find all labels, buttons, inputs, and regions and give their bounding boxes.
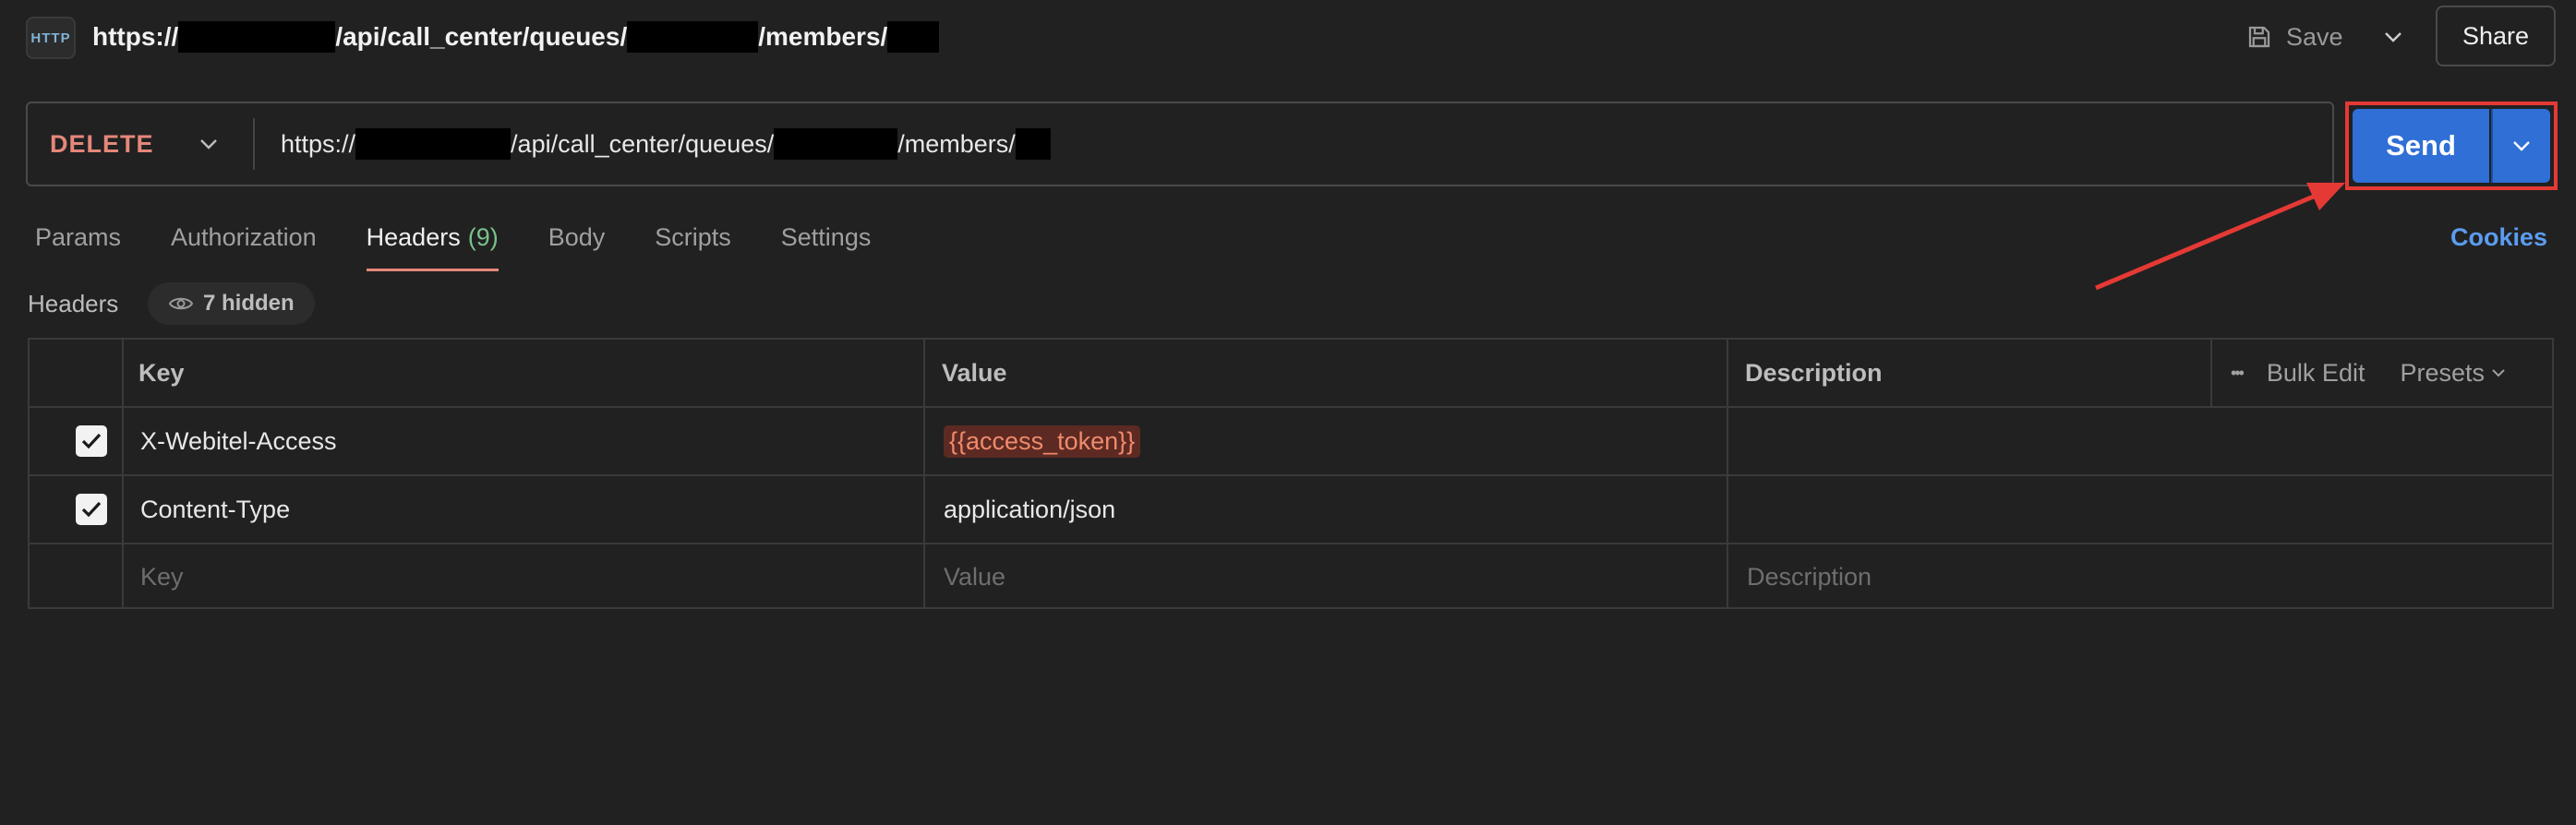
column-header-value: Value xyxy=(942,358,1007,387)
checkbox-checked-icon xyxy=(76,425,107,457)
http-icon-text: HTTP xyxy=(30,30,71,46)
method-select[interactable]: DELETE xyxy=(50,102,154,186)
save-icon xyxy=(2248,26,2270,48)
chevron-down-icon xyxy=(2385,32,2401,42)
url-scheme: https:// xyxy=(281,129,356,158)
save-label: Save xyxy=(2286,22,2343,51)
tab-settings[interactable]: Settings xyxy=(781,214,872,260)
share-button[interactable]: Share xyxy=(2436,6,2556,66)
chevron-down-icon xyxy=(200,139,217,149)
tab-label: Headers xyxy=(366,222,461,251)
redacted-queue-id xyxy=(774,128,898,160)
save-options-button[interactable] xyxy=(2373,15,2413,59)
tab-label: Scripts xyxy=(655,222,731,251)
method-dropdown-button[interactable] xyxy=(190,102,227,186)
redacted-host xyxy=(355,128,512,160)
header-key-cell[interactable]: X-Webitel-Access xyxy=(140,408,337,474)
hidden-headers-toggle[interactable]: 7 hidden xyxy=(148,282,315,325)
more-options-button[interactable]: ••• xyxy=(2231,364,2245,383)
title-url-path-2: /members/ xyxy=(758,22,888,51)
send-options-button[interactable] xyxy=(2491,109,2550,183)
headers-table: Key Value Description ••• Bulk Edit Pres… xyxy=(28,338,2554,609)
column-header-description: Description xyxy=(1745,358,1883,387)
new-description-input[interactable]: Description xyxy=(1747,544,1872,609)
row-checkbox[interactable] xyxy=(76,476,107,543)
row-checkbox[interactable] xyxy=(76,408,107,474)
tab-count-badge: (9) xyxy=(467,222,499,251)
presets-label: Presets xyxy=(2400,358,2486,387)
presets-button[interactable]: Presets xyxy=(2400,359,2505,388)
tab-body[interactable]: Body xyxy=(548,214,606,260)
column-header-key: Key xyxy=(138,358,185,387)
headers-section-title: Headers xyxy=(28,289,119,317)
tab-scripts[interactable]: Scripts xyxy=(655,214,731,260)
redacted-member-id xyxy=(887,21,940,53)
row-divider xyxy=(30,474,2552,476)
col-divider xyxy=(1727,340,1728,607)
url-path-1: /api/call_center/queues/ xyxy=(511,129,775,158)
header-value-cell[interactable]: application/json xyxy=(944,476,1115,543)
hidden-count-label: 7 hidden xyxy=(203,291,295,316)
redacted-member-id xyxy=(1015,128,1051,160)
tab-label: Body xyxy=(548,222,606,251)
tab-params[interactable]: Params xyxy=(35,214,121,260)
redacted-queue-id xyxy=(627,21,759,53)
table-actions: ••• Bulk Edit Presets xyxy=(2231,340,2505,406)
header-key-cell[interactable]: Content-Type xyxy=(140,476,290,543)
tab-label: Settings xyxy=(780,222,872,251)
tab-label: Params xyxy=(35,222,122,251)
row-divider xyxy=(30,543,2552,544)
row-divider xyxy=(30,406,2552,408)
checkbox-checked-icon xyxy=(76,494,107,525)
tab-authorization[interactable]: Authorization xyxy=(171,214,317,260)
chevron-down-icon xyxy=(2513,141,2530,151)
eye-icon xyxy=(168,297,194,310)
request-tabs: Params Authorization Headers (9) Body Scr… xyxy=(35,214,921,271)
redacted-host xyxy=(178,21,336,53)
header-value-cell[interactable]: {{access_token}} xyxy=(944,408,1141,474)
tab-label: Authorization xyxy=(171,222,317,251)
new-key-input[interactable]: Key xyxy=(140,544,184,609)
method-divider xyxy=(253,118,255,170)
url-input[interactable]: https:// /api/call_center/queues/ /membe… xyxy=(281,102,1051,186)
send-button[interactable]: Send xyxy=(2353,109,2489,183)
bulk-edit-button[interactable]: Bulk Edit xyxy=(2267,359,2365,388)
title-url-scheme: https:// xyxy=(92,22,179,51)
url-path-2: /members/ xyxy=(897,129,1016,158)
http-request-icon: HTTP xyxy=(26,17,76,59)
new-value-input[interactable]: Value xyxy=(944,544,1005,609)
chevron-down-icon xyxy=(2492,368,2505,377)
col-divider xyxy=(923,340,925,607)
variable-token[interactable]: {{access_token}} xyxy=(944,424,1141,458)
request-title[interactable]: https:// /api/call_center/queues/ /membe… xyxy=(92,15,940,59)
tab-headers[interactable]: Headers (9) xyxy=(366,214,499,271)
title-url-path-1: /api/call_center/queues/ xyxy=(335,22,628,51)
col-divider xyxy=(122,340,124,607)
col-divider xyxy=(2210,340,2212,406)
cookies-link[interactable]: Cookies xyxy=(2450,214,2547,260)
save-button[interactable]: Save xyxy=(2245,15,2343,59)
